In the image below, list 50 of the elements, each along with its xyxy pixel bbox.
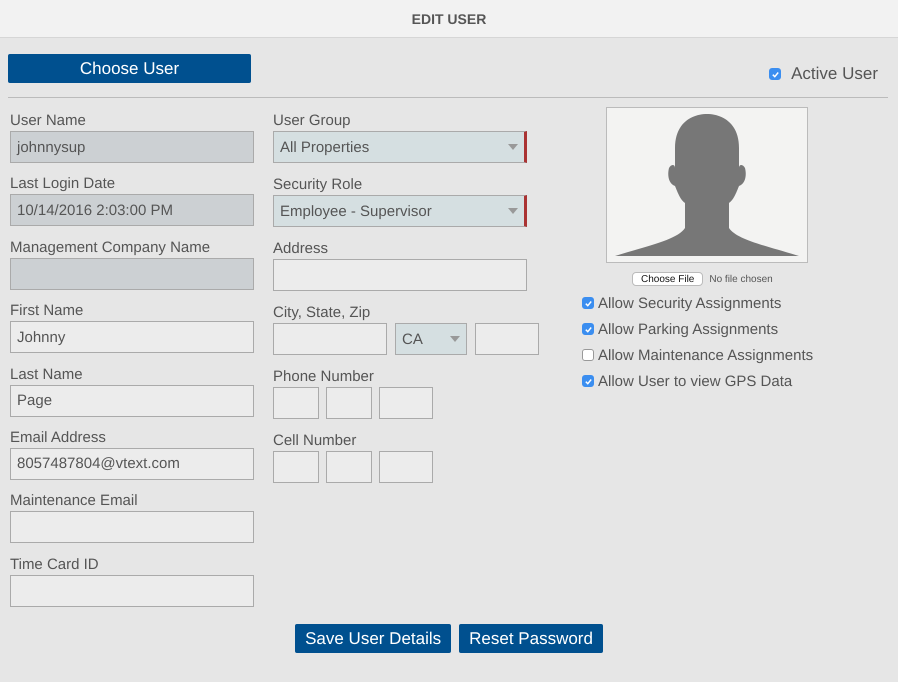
select-field[interactable]: CA: [395, 323, 467, 355]
field-label: Phone Number: [273, 367, 375, 387]
checkbox-label: Active User: [791, 64, 878, 84]
input-field[interactable]: [379, 451, 433, 483]
input-field[interactable]: [10, 574, 254, 607]
select-field[interactable]: All Properties: [273, 131, 527, 163]
choose-user-button[interactable]: Choose User: [8, 54, 251, 83]
action-button[interactable]: Reset Password: [459, 624, 603, 653]
input-field[interactable]: [326, 451, 372, 483]
input-field[interactable]: [10, 511, 254, 544]
checkbox-label: Allow Security Assignments: [598, 294, 782, 312]
input-field[interactable]: [273, 387, 319, 419]
field-label: User Name: [10, 111, 87, 131]
select-field[interactable]: Employee - Supervisor: [273, 195, 527, 227]
field-label: Email Address: [10, 428, 107, 448]
caret-icon: [508, 208, 518, 214]
input-field[interactable]: [273, 323, 387, 355]
caret-icon: [508, 144, 518, 150]
input-field[interactable]: [475, 323, 539, 355]
field-label: First Name: [10, 301, 84, 322]
checkbox[interactable]: [582, 349, 594, 361]
input-field[interactable]: Johnny: [10, 321, 254, 354]
field-label: Security Role: [273, 175, 364, 195]
checkbox-label: Allow Parking Assignments: [598, 320, 778, 338]
input-field[interactable]: [326, 387, 372, 419]
file-status: No file chosen: [709, 274, 773, 284]
action-button[interactable]: Save User Details: [295, 624, 452, 653]
input-field[interactable]: Page: [10, 384, 254, 416]
field-label: Cell Number: [273, 431, 358, 451]
input-field[interactable]: [379, 387, 433, 419]
checkbox[interactable]: [769, 68, 782, 80]
checkbox[interactable]: [582, 323, 594, 335]
checkbox[interactable]: [582, 375, 594, 387]
field-label: Last Login Date: [10, 174, 116, 194]
caret-icon: [450, 336, 460, 342]
field-label: Address: [273, 239, 330, 259]
checkbox-label: Allow Maintenance Assignments: [598, 346, 814, 364]
field-label: User Group: [273, 111, 352, 131]
field-label: Maintenance Email: [10, 491, 139, 512]
choose-file-button[interactable]: Choose File: [632, 272, 704, 286]
input-field[interactable]: [273, 451, 319, 483]
page-title: EDIT USER: [412, 10, 486, 26]
field-label: Management Company Name: [10, 238, 212, 258]
input-field[interactable]: [273, 259, 527, 291]
checkbox[interactable]: [582, 297, 594, 309]
field-label: City, State, Zip: [273, 303, 372, 323]
input-field[interactable]: 8057487804@vtext.com: [10, 448, 254, 480]
field-label: Last Name: [10, 364, 84, 384]
checkbox-label: Allow User to view GPS Data: [598, 372, 792, 390]
field-label: Time Card ID: [10, 554, 100, 575]
